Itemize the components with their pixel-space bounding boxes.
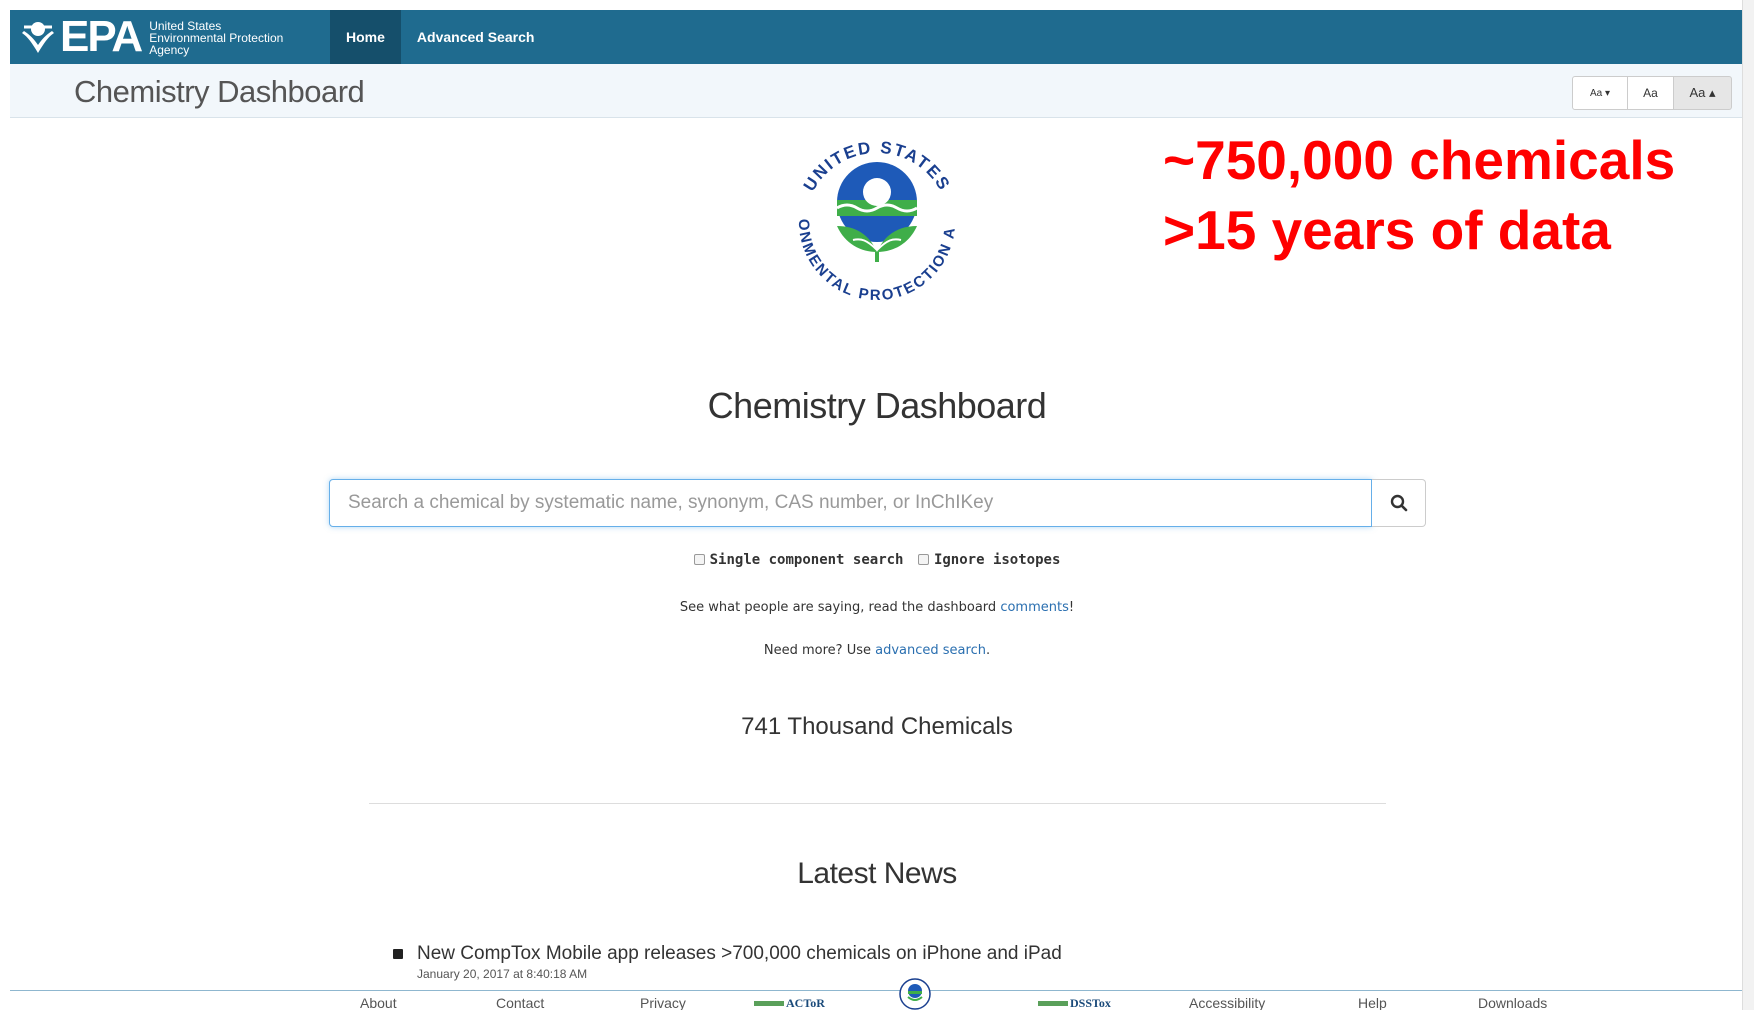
annotation-overlay: ~750,000 chemicals >15 years of data — [1163, 125, 1675, 265]
font-increase-button[interactable]: Aa ▴ — [1674, 76, 1732, 110]
page-title: Chemistry Dashboard — [74, 74, 365, 109]
chemical-count: 741 Thousand Chemicals — [741, 713, 1013, 740]
epa-flower-icon — [22, 22, 54, 53]
footer-accessibility-link[interactable]: Accessibility — [1189, 995, 1265, 1010]
search-icon — [1390, 494, 1407, 512]
ignore-isotopes-checkbox[interactable] — [917, 554, 929, 565]
footer-privacy-link[interactable]: Privacy — [640, 995, 686, 1010]
section-divider — [369, 803, 1386, 804]
window-top-edge — [0, 0, 1754, 10]
epa-wordmark: EPA — [60, 12, 143, 61]
footer-help-link[interactable]: Help — [1358, 995, 1387, 1010]
latest-news-heading: Latest News — [797, 857, 957, 890]
search-bar — [329, 479, 1426, 527]
nav-home[interactable]: Home — [330, 10, 401, 64]
scrollbar[interactable] — [1742, 0, 1754, 1010]
nav-advanced-search[interactable]: Advanced Search — [401, 10, 551, 64]
news-item-link[interactable]: New CompTox Mobile app releases >700,000… — [417, 943, 1062, 965]
comments-link[interactable]: comments — [1000, 600, 1069, 615]
search-button[interactable] — [1372, 479, 1426, 527]
dsstox-logo-bar — [1038, 1000, 1068, 1006]
bullet-icon — [393, 949, 403, 959]
comments-line: See what people are saying, read the das… — [679, 600, 1075, 615]
footer-about-link[interactable]: About — [360, 995, 397, 1010]
chemical-search-input[interactable] — [329, 479, 1372, 527]
dsstox-logo[interactable]: DSSTox — [1038, 996, 1111, 1010]
actor-logo[interactable]: ACToR — [754, 996, 825, 1010]
font-decrease-button[interactable]: Aa ▾ — [1572, 76, 1628, 110]
font-normal-button[interactable]: Aa — [1628, 76, 1674, 110]
advanced-search-link[interactable]: advanced search — [875, 643, 986, 658]
epa-seal-logo: UNITED STATES ENVIRONMENTAL PROTECTION A… — [777, 122, 957, 304]
footer-contact-link[interactable]: Contact — [496, 995, 544, 1010]
actor-logo-bar — [754, 1000, 784, 1006]
single-component-checkbox[interactable] — [693, 554, 705, 565]
ignore-isotopes-label: Ignore isotopes — [933, 552, 1061, 568]
agency-name: United States Environmental Protection A… — [149, 19, 284, 57]
font-size-controls: Aa ▾ Aa Aa ▴ — [1572, 76, 1732, 110]
overlay-line-chemicals: ~750,000 chemicals — [1163, 129, 1676, 191]
single-component-label: Single component search — [709, 552, 904, 568]
main-heading: Chemistry Dashboard — [707, 385, 1047, 426]
footer-downloads-link[interactable]: Downloads — [1478, 995, 1547, 1010]
footer-epa-seal-icon — [899, 978, 931, 1010]
title-bar: Chemistry Dashboard Aa ▾ Aa Aa ▴ — [10, 64, 1745, 118]
news-item-date: January 20, 2017 at 8:40:18 AM — [417, 967, 588, 981]
epa-logo[interactable]: EPA United States Environmental Protecti… — [10, 10, 330, 64]
footer: About Contact Privacy ACToR DSSTox Acces… — [10, 978, 1745, 1010]
overlay-line-years: >15 years of data — [1163, 199, 1611, 261]
search-options: Single component search Ignore isotopes — [0, 552, 1754, 568]
advanced-search-line: Need more? Use advanced search. — [763, 643, 991, 658]
top-navbar: EPA United States Environmental Protecti… — [10, 10, 1745, 64]
